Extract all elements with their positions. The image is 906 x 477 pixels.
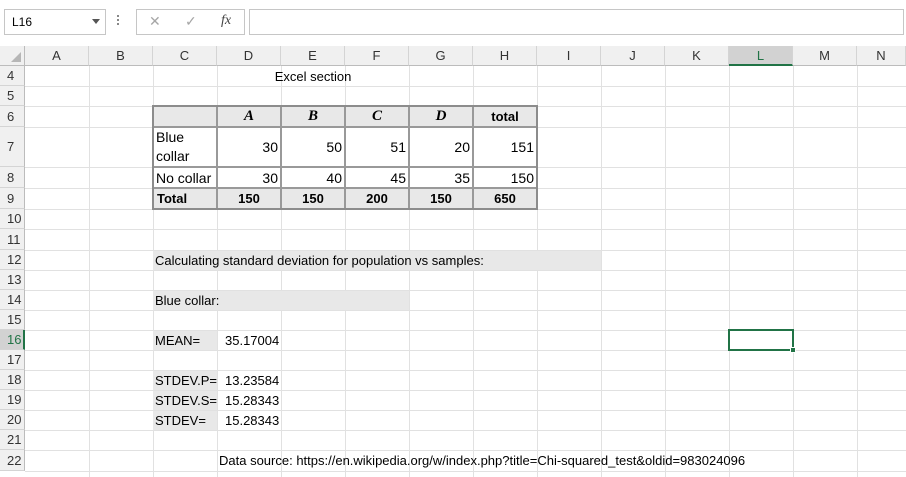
table-total-cell[interactable]: 200 xyxy=(345,188,409,209)
select-all-button[interactable] xyxy=(0,46,25,66)
column-header-i[interactable]: I xyxy=(537,46,601,66)
row-header-9[interactable]: 9 xyxy=(0,188,25,209)
column-header-m[interactable]: M xyxy=(793,46,857,66)
row-header-11[interactable]: 11 xyxy=(0,229,25,250)
table-total-cell[interactable]: 150 xyxy=(217,188,281,209)
row-header-18[interactable]: 18 xyxy=(0,370,25,390)
cancel-icon[interactable]: ✕ xyxy=(149,13,161,30)
column-header-d[interactable]: D xyxy=(217,46,281,66)
table-row-label-blue-collar[interactable]: Blue collar xyxy=(153,127,217,167)
row-header-16[interactable]: 16 xyxy=(0,330,25,350)
table-total-cell[interactable]: 150 xyxy=(409,188,473,209)
insert-function-icon[interactable]: fx xyxy=(221,13,231,29)
calc-heading[interactable]: Calculating standard deviation for popul… xyxy=(153,251,601,270)
row-header-6[interactable]: 6 xyxy=(0,106,25,127)
table-cell[interactable]: 40 xyxy=(281,167,345,188)
table-header-c[interactable]: C xyxy=(345,106,409,127)
table-cell[interactable]: 20 xyxy=(409,127,473,167)
mean-value[interactable]: 35.17004 xyxy=(225,331,289,350)
table-cell[interactable]: 50 xyxy=(281,127,345,167)
column-header-f[interactable]: F xyxy=(345,46,409,66)
drag-handle-icon[interactable] xyxy=(116,13,120,29)
table-header-a[interactable]: A xyxy=(217,106,281,127)
row-header-5[interactable]: 5 xyxy=(0,86,25,106)
stdev-value[interactable]: 15.28343 xyxy=(225,411,289,430)
table-cell[interactable]: 45 xyxy=(345,167,409,188)
column-header-k[interactable]: K xyxy=(665,46,729,66)
row-header-22[interactable]: 22 xyxy=(0,450,25,471)
row-header-10[interactable]: 10 xyxy=(0,209,25,229)
formula-buttons: ✕ ✓ fx xyxy=(136,9,245,35)
column-header-g[interactable]: G xyxy=(409,46,473,66)
table-header-blank[interactable] xyxy=(153,106,217,127)
table-total-cell[interactable]: 150 xyxy=(281,188,345,209)
table-cell[interactable]: 30 xyxy=(217,167,281,188)
table-cell[interactable]: 150 xyxy=(473,167,537,188)
table-row-label-total[interactable]: Total xyxy=(153,188,217,209)
fill-handle[interactable] xyxy=(790,347,796,353)
enter-icon[interactable]: ✓ xyxy=(185,13,197,30)
stdevs-label[interactable]: STDEV.S= xyxy=(153,391,217,410)
row-header-7[interactable]: 7 xyxy=(0,127,25,167)
table-row-label-no-collar[interactable]: No collar xyxy=(153,167,217,188)
table-cell[interactable]: 51 xyxy=(345,127,409,167)
row-header-19[interactable]: 19 xyxy=(0,390,25,410)
mean-label[interactable]: MEAN= xyxy=(153,331,217,350)
selected-cell-l16[interactable] xyxy=(728,329,796,353)
table-cell[interactable]: 30 xyxy=(217,127,281,167)
row-header-12[interactable]: 12 xyxy=(0,250,25,270)
row-header-13[interactable]: 13 xyxy=(0,270,25,290)
blue-collar-heading[interactable]: Blue collar: xyxy=(153,291,409,310)
table-total-cell[interactable]: 650 xyxy=(473,188,537,209)
blue-collar-label-line1: Blue xyxy=(156,129,185,145)
row-header-14[interactable]: 14 xyxy=(0,290,25,310)
row-header-8[interactable]: 8 xyxy=(0,167,25,188)
section-title: Excel section xyxy=(274,68,352,84)
column-header-a[interactable]: A xyxy=(25,46,89,66)
column-header-l[interactable]: L xyxy=(729,46,793,66)
row-header-20[interactable]: 20 xyxy=(0,410,25,430)
column-header-h[interactable]: H xyxy=(473,46,537,66)
column-header-e[interactable]: E xyxy=(281,46,345,66)
row-header-21[interactable]: 21 xyxy=(0,430,25,450)
select-all-icon xyxy=(11,52,21,62)
name-box[interactable]: L16 xyxy=(4,9,106,35)
table-header-d[interactable]: D xyxy=(409,106,473,127)
blue-collar-label-line2: collar xyxy=(156,148,190,164)
stdevp-value[interactable]: 13.23584 xyxy=(225,371,289,390)
row-header-4[interactable]: 4 xyxy=(0,66,25,86)
row-header-17[interactable]: 17 xyxy=(0,350,25,370)
table-header-b[interactable]: B xyxy=(281,106,345,127)
name-box-value: L16 xyxy=(12,15,33,29)
chevron-down-icon[interactable] xyxy=(92,19,100,24)
stdevs-value[interactable]: 15.28343 xyxy=(225,391,289,410)
formula-input[interactable] xyxy=(249,9,904,35)
column-header-b[interactable]: B xyxy=(89,46,153,66)
column-header-c[interactable]: C xyxy=(153,46,217,66)
table-cell[interactable]: 35 xyxy=(409,167,473,188)
table-header-total[interactable]: total xyxy=(473,106,537,127)
spreadsheet-grid[interactable]: A B C D E F G H I J K L M N 4 5 6 7 8 9 … xyxy=(0,46,906,477)
stdev-label[interactable]: STDEV= xyxy=(153,411,217,430)
column-header-j[interactable]: J xyxy=(601,46,665,66)
row-header-15[interactable]: 15 xyxy=(0,310,25,330)
table-cell[interactable]: 151 xyxy=(473,127,537,167)
column-header-n[interactable]: N xyxy=(857,46,906,66)
formula-bar-area: L16 ✕ ✓ fx xyxy=(0,0,906,46)
data-source-text[interactable]: Data source: https://en.wikipedia.org/w/… xyxy=(219,451,859,470)
stdevp-label[interactable]: STDEV.P= xyxy=(153,371,217,390)
